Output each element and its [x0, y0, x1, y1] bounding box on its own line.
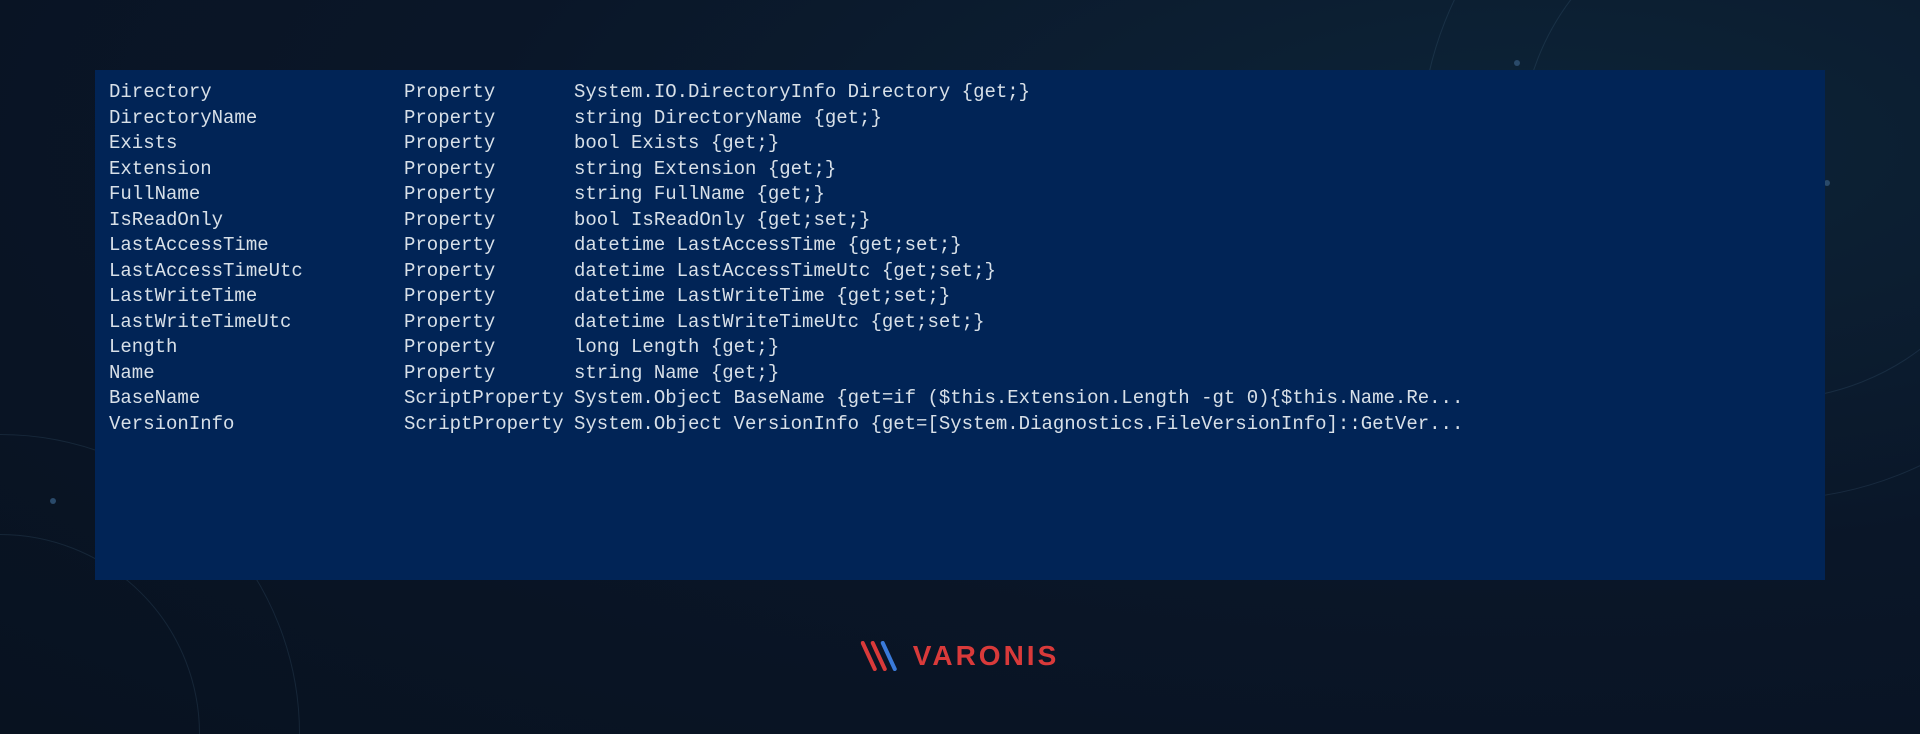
member-name: LastAccessTimeUtc [109, 259, 404, 285]
member-definition: string Name {get;} [574, 361, 779, 387]
member-name: IsReadOnly [109, 208, 404, 234]
member-type: Property [404, 80, 574, 106]
terminal-row: LastWriteTimeUtcPropertydatetime LastWri… [109, 310, 1811, 336]
terminal-row: VersionInfoScriptPropertySystem.Object V… [109, 412, 1811, 438]
member-type: Property [404, 233, 574, 259]
powershell-terminal[interactable]: DirectoryPropertySystem.IO.DirectoryInfo… [95, 70, 1825, 580]
member-definition: datetime LastAccessTimeUtc {get;set;} [574, 259, 996, 285]
member-name: FullName [109, 182, 404, 208]
terminal-row: ExtensionPropertystring Extension {get;} [109, 157, 1811, 183]
member-type: Property [404, 182, 574, 208]
member-name: Directory [109, 80, 404, 106]
member-name: LastAccessTime [109, 233, 404, 259]
member-type: Property [404, 335, 574, 361]
terminal-row: DirectoryPropertySystem.IO.DirectoryInfo… [109, 80, 1811, 106]
member-name: LastWriteTime [109, 284, 404, 310]
terminal-row: DirectoryNamePropertystring DirectoryNam… [109, 106, 1811, 132]
terminal-row: BaseNameScriptPropertySystem.Object Base… [109, 386, 1811, 412]
member-type: Property [404, 208, 574, 234]
member-name: Length [109, 335, 404, 361]
member-definition: string Extension {get;} [574, 157, 836, 183]
member-name: Exists [109, 131, 404, 157]
member-name: LastWriteTimeUtc [109, 310, 404, 336]
member-type: Property [404, 131, 574, 157]
terminal-row: ExistsPropertybool Exists {get;} [109, 131, 1811, 157]
member-definition: bool Exists {get;} [574, 131, 779, 157]
member-type: ScriptProperty [404, 386, 574, 412]
member-name: Extension [109, 157, 404, 183]
member-type: Property [404, 106, 574, 132]
member-definition: datetime LastAccessTime {get;set;} [574, 233, 962, 259]
member-definition: bool IsReadOnly {get;set;} [574, 208, 870, 234]
member-definition: datetime LastWriteTime {get;set;} [574, 284, 950, 310]
member-definition: string FullName {get;} [574, 182, 825, 208]
member-definition: long Length {get;} [574, 335, 779, 361]
member-definition: System.IO.DirectoryInfo Directory {get;} [574, 80, 1030, 106]
varonis-logo-icon [861, 641, 905, 671]
member-definition: System.Object VersionInfo {get=[System.D… [574, 412, 1463, 438]
member-type: Property [404, 310, 574, 336]
member-name: Name [109, 361, 404, 387]
terminal-row: LastAccessTimeUtcPropertydatetime LastAc… [109, 259, 1811, 285]
varonis-logo-text: VARONIS [913, 640, 1060, 672]
terminal-row: LengthPropertylong Length {get;} [109, 335, 1811, 361]
terminal-row: NamePropertystring Name {get;} [109, 361, 1811, 387]
member-type: Property [404, 259, 574, 285]
member-type: Property [404, 361, 574, 387]
member-type: ScriptProperty [404, 412, 574, 438]
member-definition: datetime LastWriteTimeUtc {get;set;} [574, 310, 984, 336]
terminal-row: IsReadOnlyPropertybool IsReadOnly {get;s… [109, 208, 1811, 234]
member-definition: string DirectoryName {get;} [574, 106, 882, 132]
terminal-row: LastWriteTimePropertydatetime LastWriteT… [109, 284, 1811, 310]
terminal-row: LastAccessTimePropertydatetime LastAcces… [109, 233, 1811, 259]
member-name: BaseName [109, 386, 404, 412]
member-name: DirectoryName [109, 106, 404, 132]
varonis-logo: VARONIS [861, 640, 1060, 672]
member-type: Property [404, 157, 574, 183]
terminal-row: FullNamePropertystring FullName {get;} [109, 182, 1811, 208]
member-name: VersionInfo [109, 412, 404, 438]
member-type: Property [404, 284, 574, 310]
member-definition: System.Object BaseName {get=if ($this.Ex… [574, 386, 1463, 412]
